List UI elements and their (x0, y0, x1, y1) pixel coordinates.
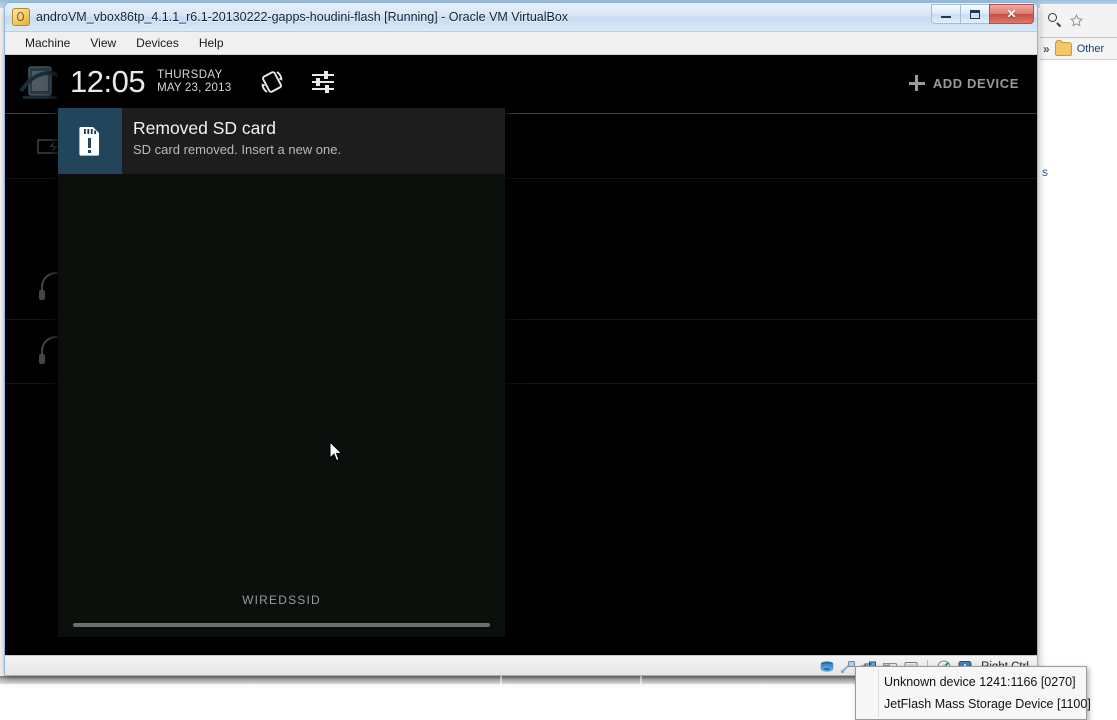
menu-devices[interactable]: Devices (126, 34, 189, 52)
shade-ssid-label: WIREDSSID (242, 593, 321, 607)
hard-disk-icon[interactable] (819, 660, 835, 674)
shade-drag-handle[interactable] (73, 623, 490, 627)
vm-guest-screen[interactable]: ADD DEVICE Charger Headphones (5, 55, 1037, 655)
vm-menubar: Machine View Devices Help (5, 32, 1037, 55)
menu-view[interactable]: View (80, 34, 126, 52)
shade-quick-icons (258, 68, 336, 96)
zoom-magnifier-icon[interactable] (1048, 13, 1063, 28)
sd-card-alert-icon (79, 127, 99, 156)
background-browser-bookmarks-bar: » Other (1040, 38, 1117, 60)
quick-settings-icon[interactable] (310, 69, 336, 95)
desktop-taskbar-strip (0, 676, 1000, 684)
maximize-icon (970, 9, 980, 19)
tablet-icon (19, 66, 63, 99)
folder-icon[interactable] (1054, 39, 1072, 56)
shade-day-of-week: THURSDAY (157, 68, 223, 81)
shade-date-block: THURSDAY MAY 23, 2013 (157, 69, 231, 95)
minimize-button[interactable] (931, 4, 960, 24)
shade-date: MAY 23, 2013 (157, 81, 232, 94)
window-controls: ✕ (931, 4, 1034, 24)
auto-rotate-icon[interactable] (258, 68, 286, 96)
background-page-link[interactable]: s (1042, 165, 1048, 179)
notification-title: Removed SD card (133, 118, 276, 138)
vm-titlebar: androVM_vbox86tp_4.1.1_r6.1-20130222-gap… (5, 3, 1037, 32)
background-browser-page: s (1040, 60, 1117, 700)
usb-icon[interactable] (840, 660, 856, 674)
shade-footer: WIREDSSID (58, 583, 505, 637)
maximize-button[interactable] (960, 4, 989, 24)
notification-icon-cell (58, 108, 122, 174)
add-device-button[interactable]: ADD DEVICE (908, 75, 1019, 91)
screen-root: » Other s androVM_vbox86tp_4.1.1_r6.1-20… (0, 0, 1117, 720)
notification-text: SD card removed. Insert a new one. (133, 142, 342, 157)
shade-clock: 12:05 (70, 64, 146, 99)
background-browser-toolbar (1040, 4, 1117, 38)
plus-icon (908, 75, 925, 91)
usb-device-item[interactable]: JetFlash Mass Storage Device [1100] (856, 693, 1091, 715)
close-button[interactable]: ✕ (989, 4, 1034, 24)
vm-window-title: androVM_vbox86tp_4.1.1_r6.1-20130222-gap… (36, 10, 569, 24)
bookmark-star-icon[interactable] (1069, 13, 1084, 28)
usb-device-menu[interactable]: Unknown device 1241:1166 [0270] JetFlash… (855, 666, 1091, 720)
notification-shade[interactable]: 12:05 THURSDAY MAY 23, 2013 Removed SD c… (58, 55, 505, 637)
notification-body: Removed SD card SD card removed. Insert … (122, 108, 341, 174)
add-device-label: ADD DEVICE (932, 75, 1019, 91)
minimize-icon (941, 16, 951, 18)
shade-header: 12:05 THURSDAY MAY 23, 2013 (58, 55, 505, 108)
menu-machine[interactable]: Machine (15, 34, 80, 52)
virtualbox-vm-window: androVM_vbox86tp_4.1.1_r6.1-20130222-gap… (4, 2, 1038, 676)
bookmark-label[interactable]: Other (1077, 43, 1105, 55)
virtualbox-icon (12, 8, 30, 26)
usb-device-item[interactable]: Unknown device 1241:1166 [0270] (856, 671, 1086, 693)
menu-help[interactable]: Help (189, 34, 234, 52)
notification-item[interactable]: Removed SD card SD card removed. Insert … (58, 108, 505, 175)
bookmarks-overflow-chevron-icon[interactable]: » (1043, 42, 1050, 56)
shade-empty-area (58, 175, 505, 625)
